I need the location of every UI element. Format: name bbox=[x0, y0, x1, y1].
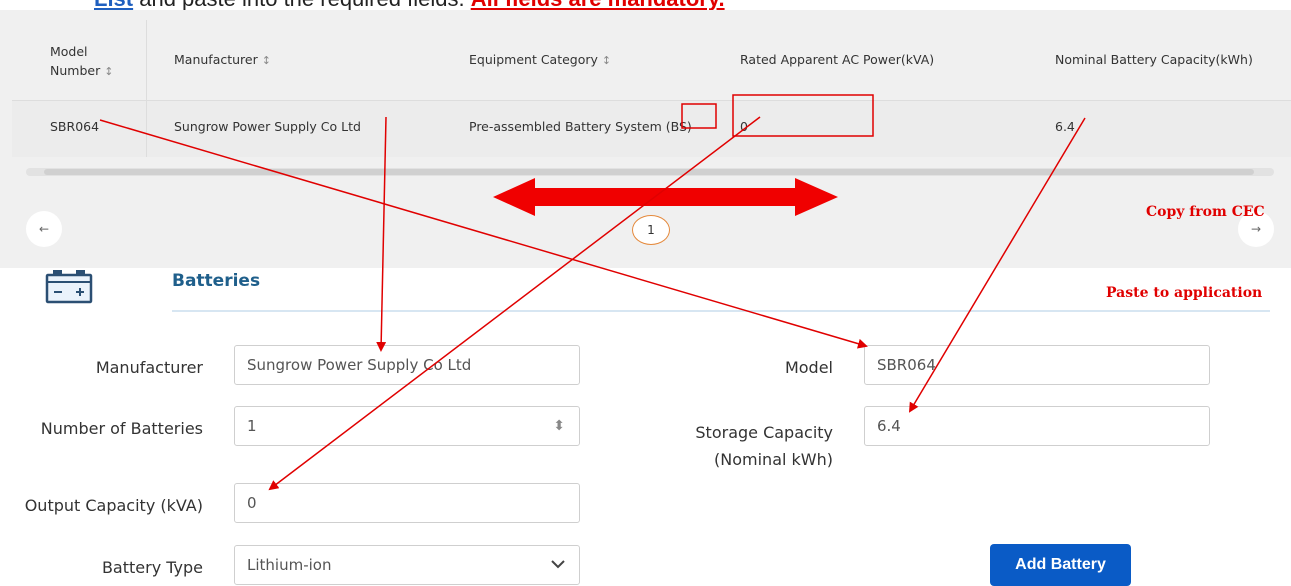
cell-manufacturer: Sungrow Power Supply Co Ltd bbox=[174, 119, 361, 134]
model-input[interactable]: SBR064 bbox=[864, 345, 1210, 385]
chevron-down-icon[interactable] bbox=[551, 557, 565, 573]
section-divider bbox=[172, 310, 1270, 312]
copy-from-cec-annotation: Copy from CEC bbox=[1146, 204, 1265, 220]
cell-battery-capacity: 6.4 bbox=[1055, 119, 1075, 134]
storage-capacity-label-line2: (Nominal kWh) bbox=[714, 450, 833, 469]
number-of-batteries-value: 1 bbox=[247, 417, 257, 435]
storage-capacity-value: 6.4 bbox=[877, 417, 901, 435]
paste-to-application-annotation: Paste to application bbox=[1106, 285, 1263, 301]
header-model-line2: Number bbox=[50, 63, 101, 78]
slide-annotation: Slide to view all columns bbox=[578, 187, 742, 204]
horizontal-scrollbar[interactable] bbox=[26, 168, 1274, 176]
column-divider bbox=[146, 20, 147, 100]
cell-equipment-category: Pre-assembled Battery System (BS) bbox=[469, 119, 692, 134]
add-battery-button[interactable]: Add Battery bbox=[990, 544, 1131, 586]
sort-icon: ↕ bbox=[261, 54, 271, 67]
sort-icon: ↕ bbox=[601, 54, 612, 67]
table-row: SBR064 Sungrow Power Supply Co Ltd Pre-a… bbox=[12, 101, 1291, 157]
output-capacity-input[interactable]: 0 bbox=[234, 483, 580, 523]
battery-type-select[interactable]: Lithium-ion bbox=[234, 545, 580, 585]
cell-rated-power: 0 bbox=[740, 119, 748, 134]
header-model-line1: Model bbox=[50, 44, 88, 59]
section-title: Batteries bbox=[172, 271, 261, 291]
number-of-batteries-stepper[interactable]: 1 ⬍ bbox=[234, 406, 580, 446]
table-header-row: Model Number ↕ Manufacturer ↕ Equipment … bbox=[12, 20, 1291, 101]
manufacturer-label: Manufacturer bbox=[95, 358, 203, 377]
header-manufacturer[interactable]: Manufacturer ↕ bbox=[174, 52, 271, 67]
output-capacity-value: 0 bbox=[247, 494, 257, 512]
page-number[interactable]: 1 bbox=[632, 215, 670, 245]
number-of-batteries-label: Number of Batteries bbox=[40, 419, 203, 438]
header-label: Equipment Category bbox=[469, 52, 598, 67]
output-capacity-label: Output Capacity (kVA) bbox=[24, 496, 203, 515]
storage-capacity-label: Storage Capacity (Nominal kWh) bbox=[640, 419, 833, 473]
cell-model-number: SBR064 bbox=[50, 119, 100, 134]
manufacturer-value: Sungrow Power Supply Co Ltd bbox=[247, 356, 472, 374]
header-label: Manufacturer bbox=[174, 52, 258, 67]
spinner-icon[interactable]: ⬍ bbox=[553, 418, 565, 434]
prev-arrow-icon[interactable]: ← bbox=[26, 211, 62, 247]
battery-type-value: Lithium-ion bbox=[247, 556, 332, 574]
header-equipment-category[interactable]: Equipment Category ↕ bbox=[469, 52, 611, 67]
model-value: SBR064 bbox=[877, 356, 936, 374]
model-label: Model bbox=[784, 358, 833, 377]
header-rated-power: Rated Apparent AC Power(kVA) bbox=[740, 52, 935, 67]
storage-capacity-label-line1: Storage Capacity bbox=[695, 423, 833, 442]
battery-type-label: Battery Type bbox=[101, 558, 203, 577]
sort-icon: ↕ bbox=[104, 65, 114, 78]
manufacturer-input[interactable]: Sungrow Power Supply Co Ltd bbox=[234, 345, 580, 385]
column-divider bbox=[146, 101, 147, 157]
header-battery-capacity: Nominal Battery Capacity(kWh) bbox=[1055, 52, 1253, 67]
battery-icon bbox=[44, 268, 94, 310]
storage-capacity-input[interactable]: 6.4 bbox=[864, 406, 1210, 446]
scrollbar-thumb[interactable] bbox=[44, 169, 1254, 175]
header-model-number[interactable]: Model Number ↕ bbox=[50, 42, 113, 81]
